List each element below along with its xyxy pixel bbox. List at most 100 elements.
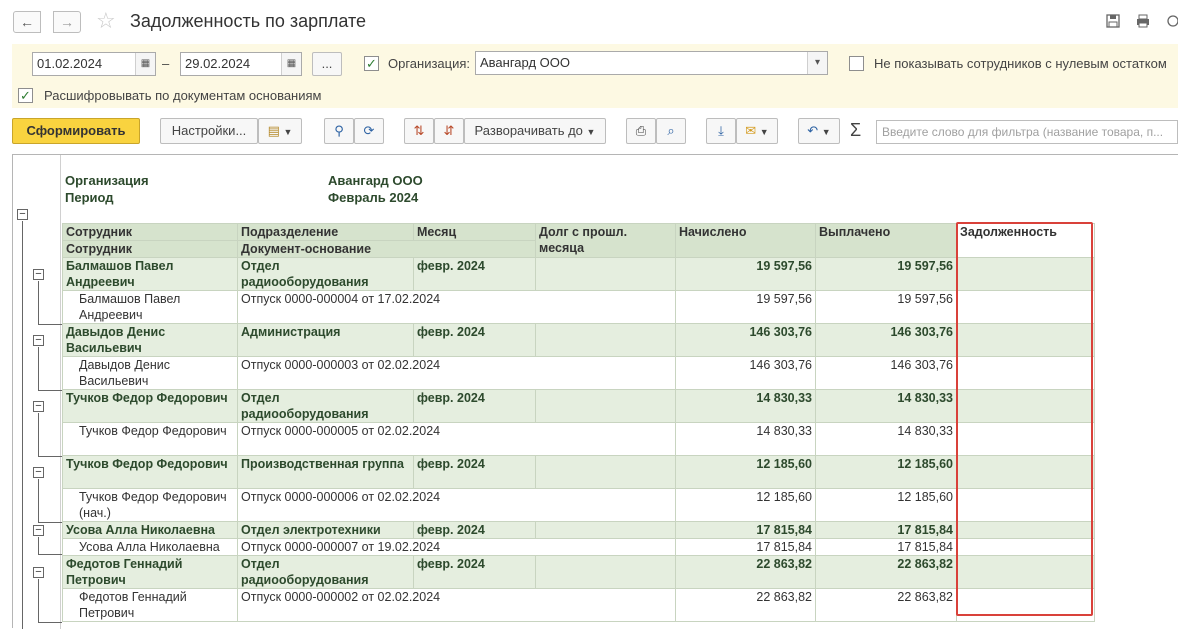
filter-input[interactable]: Введите слово для фильтра (название това… [876,120,1178,144]
report-org-label: Организация [65,173,149,188]
save-icon[interactable] [1104,13,1122,31]
date-from-field[interactable]: 01.02.2024 ▦ [32,52,156,76]
col-employee-2: Сотрудник [62,240,238,258]
collapse-icon[interactable]: − [33,269,44,280]
search-button[interactable]: ⚲ [324,118,354,144]
search-next-button[interactable]: ⟳ [354,118,384,144]
table-row[interactable]: Федотов Геннадий Петрович Отдел радиообо… [62,555,1095,589]
search-icon: ⚲ [334,123,344,138]
cell-accrued: 12 185,60 [675,488,816,522]
table-row[interactable]: Балмашов Павел Андреевич Отпуск 0000-000… [62,290,1095,324]
command-bar: Сформировать Настройки... ▤ ▼ ⚲ ⟳ ⇅ ⇵ Ра… [0,116,1178,146]
hide-zero-label: Не показывать сотрудников с нулевым оста… [874,56,1167,71]
cell-employee: Федотов Геннадий Петрович [62,588,238,622]
cell-paid: 146 303,76 [815,323,957,357]
tree-line [38,537,39,555]
table-row[interactable]: Тучков Федор Федорович Производственная … [62,455,1095,489]
report-variant-icon: ▤ [267,123,280,138]
forward-button[interactable]: → [53,11,81,33]
expand-docs-checkbox[interactable]: ✓ [18,88,33,103]
hide-zero-checkbox[interactable] [849,56,864,71]
dropdown-icon[interactable]: ▾ [807,52,827,74]
mail-button[interactable]: ✉ ▼ [736,118,778,144]
cell-month: февр. 2024 [413,455,536,489]
org-label: Организация: [388,56,471,71]
cell-accrued: 146 303,76 [675,323,816,357]
cell-debt [956,488,1095,522]
collapse-icon[interactable]: − [33,401,44,412]
collapse-icon[interactable]: − [33,525,44,536]
report-table: Сотрудник Подразделение Месяц Долг с про… [62,223,1095,622]
expand-docs-label: Расшифровывать по документам основаниям [44,88,322,103]
cell-employee: Тучков Федор Федорович (нач.) [62,488,238,522]
collapse-icon[interactable]: − [17,209,28,220]
cell-month: февр. 2024 [413,323,536,357]
report-period-value: Февраль 2024 [328,190,419,205]
table-row[interactable]: Давыдов Денис Васильевич Администрация ф… [62,323,1095,357]
generate-button[interactable]: Сформировать [12,118,140,144]
table-row[interactable]: Усова Алла Николаевна Отдел электротехни… [62,521,1095,539]
print-button[interactable]: ⎙ [626,118,656,144]
cell-document[interactable]: Отпуск 0000-000004 от 17.02.2024 [237,290,676,324]
collapse-icon[interactable]: − [33,567,44,578]
print-icon[interactable] [1134,13,1152,31]
cell-prev-debt [535,455,676,489]
cell-debt [956,356,1095,390]
cell-employee: Тучков Федор Федорович [62,389,238,423]
table-row[interactable]: Балмашов Павел Андреевич Отдел радиообор… [62,257,1095,291]
table-row[interactable]: Федотов Геннадий Петрович Отпуск 0000-00… [62,588,1095,622]
title-bar: ← → ☆ Задолженность по зарплате [0,0,1178,44]
period-select-button[interactable]: ... [312,52,342,76]
org-checkbox[interactable]: ✓ [364,56,379,71]
table-row[interactable]: Тучков Федор Федорович Отпуск 0000-00000… [62,422,1095,456]
cell-month: февр. 2024 [413,389,536,423]
collapse-icon[interactable]: − [33,335,44,346]
expand-to-button[interactable]: Разворачивать до ▼ [464,118,606,144]
link-icon[interactable] [1164,13,1178,31]
date-to-field[interactable]: 29.02.2024 ▦ [180,52,302,76]
tree-line [22,221,23,629]
star-icon[interactable]: ☆ [96,8,116,34]
tree-line [38,324,62,325]
cell-prev-debt [535,323,676,357]
table-row[interactable]: Тучков Федор Федорович Отдел радиооборуд… [62,389,1095,423]
sum-icon[interactable]: Σ [850,120,861,141]
org-field[interactable]: Авангард ООО ▾ [475,51,828,75]
cell-employee: Балмашов Павел Андреевич [62,290,238,324]
cell-document[interactable]: Отпуск 0000-000007 от 19.02.2024 [237,538,676,556]
back-button[interactable]: ← [13,11,41,33]
download-button[interactable]: ⤓ [706,118,736,144]
col-accrued: Начислено [675,223,816,258]
cell-employee: Федотов Геннадий Петрович [62,555,238,589]
tree-line [38,522,62,523]
undo-button[interactable]: ↶ ▼ [798,118,840,144]
expand-to-label: Разворачивать до [474,123,583,138]
table-row[interactable]: Усова Алла Николаевна Отпуск 0000-000007… [62,538,1095,556]
cell-debt [956,323,1095,357]
calendar-icon[interactable]: ▦ [135,53,155,75]
table-row[interactable]: Давыдов Денис Васильевич Отпуск 0000-000… [62,356,1095,390]
cell-paid: 12 185,60 [815,488,957,522]
col-document: Документ-основание [237,240,536,258]
arrow-left-icon: ← [20,14,34,30]
settings-button[interactable]: Настройки... [160,118,258,144]
sort-asc-button[interactable]: ⇅ [404,118,434,144]
cell-document[interactable]: Отпуск 0000-000003 от 02.02.2024 [237,356,676,390]
date-from-value: 01.02.2024 [37,56,103,71]
sort-desc-button[interactable]: ⇵ [434,118,464,144]
collapse-icon[interactable]: − [33,467,44,478]
cell-debt [956,455,1095,489]
tree-line [38,479,39,523]
tree-line [38,622,62,623]
tree-line [38,390,62,391]
cell-accrued: 12 185,60 [675,455,816,489]
table-row[interactable]: Тучков Федор Федорович (нач.) Отпуск 000… [62,488,1095,522]
calendar-icon[interactable]: ▦ [281,53,301,75]
cell-document[interactable]: Отпуск 0000-000002 от 02.02.2024 [237,588,676,622]
cell-document[interactable]: Отпуск 0000-000006 от 02.02.2024 [237,488,676,522]
cell-document[interactable]: Отпуск 0000-000005 от 02.02.2024 [237,422,676,456]
chevron-down-icon: ▼ [759,127,769,137]
variants-button[interactable]: ▤ ▼ [258,118,302,144]
col-debt: Задолженность [956,223,1095,258]
preview-button[interactable]: ⌕ [656,118,686,144]
